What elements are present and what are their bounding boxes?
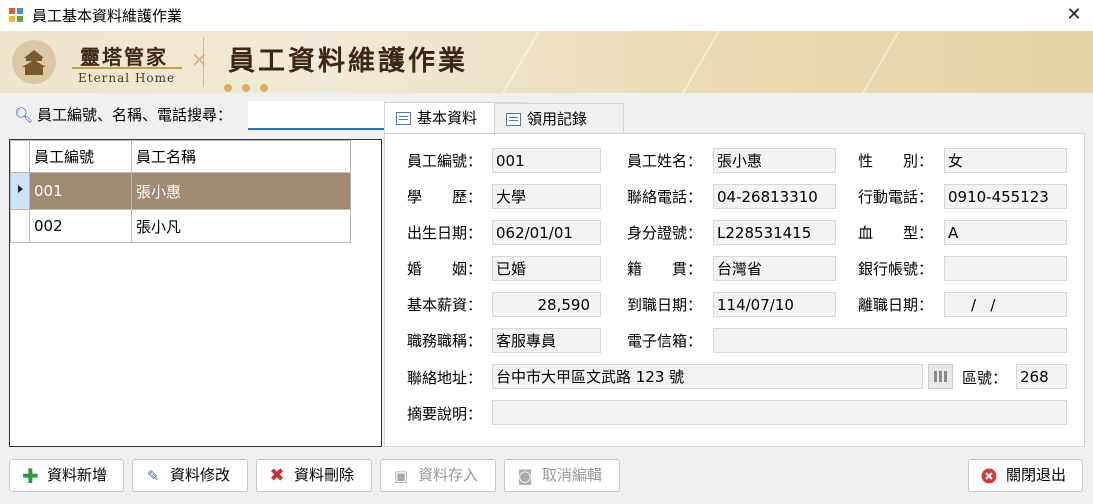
- native-field[interactable]: 台灣省: [713, 256, 836, 281]
- app-icon: [9, 8, 23, 22]
- col-header-emp-no[interactable]: 員工編號: [29, 140, 132, 173]
- label-zip: 區號：: [962, 369, 1008, 387]
- table-row[interactable]: 001 張小惠: [10, 172, 351, 210]
- window-titlebar: 員工基本資料維護作業 ✕: [0, 0, 1093, 31]
- delete-button[interactable]: ✖ 資料刪除: [256, 459, 372, 492]
- label-address: 聯絡地址：: [407, 369, 483, 387]
- cell-emp-name[interactable]: 張小惠: [131, 172, 351, 210]
- education-field[interactable]: 大學: [492, 184, 601, 209]
- cell-emp-name[interactable]: 張小凡: [131, 209, 351, 243]
- label-phone: 聯絡電話：: [627, 188, 703, 206]
- search-icon: 🔍︎: [14, 106, 34, 124]
- birthday-field[interactable]: 062/01/01: [492, 220, 601, 245]
- label-email: 電子信箱：: [627, 332, 703, 350]
- row-selector-icon[interactable]: [10, 172, 30, 210]
- label-education: 學 歷：: [407, 188, 483, 206]
- phone-field[interactable]: 04-26813310: [713, 184, 836, 209]
- label-leave-date: 離職日期：: [858, 296, 934, 314]
- label-native: 籍 貫：: [627, 260, 703, 278]
- label-emp-name: 員工姓名：: [627, 152, 703, 170]
- label-hire-date: 到職日期：: [627, 296, 703, 314]
- id-no-field[interactable]: L228531415: [713, 220, 836, 245]
- eraser-icon: ✎: [146, 467, 160, 485]
- email-field[interactable]: [713, 328, 1067, 353]
- decor-dots: [224, 78, 278, 93]
- label-bank: 銀行帳號：: [858, 260, 934, 278]
- close-circle-icon: [981, 468, 997, 484]
- brand-name-en: Eternal Home: [78, 71, 176, 85]
- table-row[interactable]: 002 張小凡: [10, 209, 351, 243]
- employee-grid[interactable]: 員工編號 員工名稱 001 張小惠 002 張小凡: [9, 139, 382, 447]
- col-header-emp-name[interactable]: 員工名稱: [131, 140, 351, 173]
- exit-button[interactable]: 關閉退出: [968, 459, 1083, 492]
- window-title: 員工基本資料維護作業: [32, 7, 183, 25]
- header-banner: 靈塔管家 Eternal Home ✕ 員工資料維護作業: [0, 31, 1093, 93]
- cancel-edit-button[interactable]: ◙ 取消編輯: [504, 459, 620, 492]
- marriage-field[interactable]: 已婚: [492, 256, 601, 281]
- mobile-field[interactable]: 0910-455123: [944, 184, 1067, 209]
- close-window-icon[interactable]: ✕: [1059, 0, 1089, 30]
- emp-name-field[interactable]: 張小惠: [713, 148, 836, 173]
- form-icon: [506, 113, 521, 126]
- label-gender: 性 別：: [858, 152, 934, 170]
- leave-date-field[interactable]: / /: [944, 292, 1067, 317]
- row-header-corner: [10, 140, 30, 173]
- edit-button[interactable]: ✎ 資料修改: [132, 459, 248, 492]
- banner-heading: 員工資料維護作業: [228, 46, 468, 77]
- save-button[interactable]: ▣ 資料存入: [380, 459, 496, 492]
- emp-no-field[interactable]: 001: [492, 148, 601, 173]
- address-picker-icon[interactable]: [928, 364, 953, 389]
- decor-cross-icon: ✕: [191, 48, 208, 72]
- blood-field[interactable]: A: [944, 220, 1067, 245]
- label-salary: 基本薪資：: [407, 296, 483, 314]
- label-id-no: 身分證號：: [627, 224, 703, 242]
- banner-divider: [203, 37, 204, 87]
- grid-header-row: 員工編號 員工名稱: [10, 140, 351, 173]
- search-label: 🔍︎ 員工編號、名稱、電話搜尋：: [14, 106, 233, 124]
- temple-logo-icon: [12, 40, 56, 84]
- hire-date-field[interactable]: 114/07/10: [713, 292, 836, 317]
- row-selector[interactable]: [10, 209, 30, 243]
- tab-usage-records[interactable]: 領用記錄: [494, 103, 624, 134]
- add-button[interactable]: ✚ 資料新增: [9, 459, 124, 492]
- zip-field[interactable]: 268: [1016, 364, 1067, 389]
- address-field[interactable]: 台中市大甲區文武路 123 號: [492, 364, 923, 389]
- cell-emp-no[interactable]: 001: [29, 172, 132, 210]
- brand-underline: [72, 67, 182, 69]
- label-title: 職務職稱：: [407, 332, 483, 350]
- gender-field[interactable]: 女: [944, 148, 1067, 173]
- bank-field[interactable]: [944, 256, 1067, 281]
- plus-icon: ✚: [22, 464, 39, 488]
- search-input[interactable]: [248, 101, 384, 130]
- cell-emp-no[interactable]: 002: [29, 209, 132, 243]
- label-emp-no: 員工編號：: [407, 152, 483, 170]
- label-birthday: 出生日期：: [407, 224, 483, 242]
- title-field[interactable]: 客服專員: [492, 328, 601, 353]
- form-icon: [396, 112, 411, 125]
- floppy-disk-icon: ▣: [393, 467, 409, 485]
- salary-field[interactable]: 28,590: [492, 292, 601, 317]
- label-blood: 血 型：: [858, 224, 934, 242]
- label-memo: 摘要說明：: [407, 405, 483, 423]
- brand-name: 靈塔管家: [80, 45, 168, 69]
- cancel-edit-icon: ◙: [517, 467, 533, 485]
- memo-field[interactable]: [492, 400, 1067, 425]
- label-mobile: 行動電話：: [858, 188, 934, 206]
- label-marriage: 婚 姻：: [407, 260, 483, 278]
- delete-x-icon: ✖: [269, 465, 285, 486]
